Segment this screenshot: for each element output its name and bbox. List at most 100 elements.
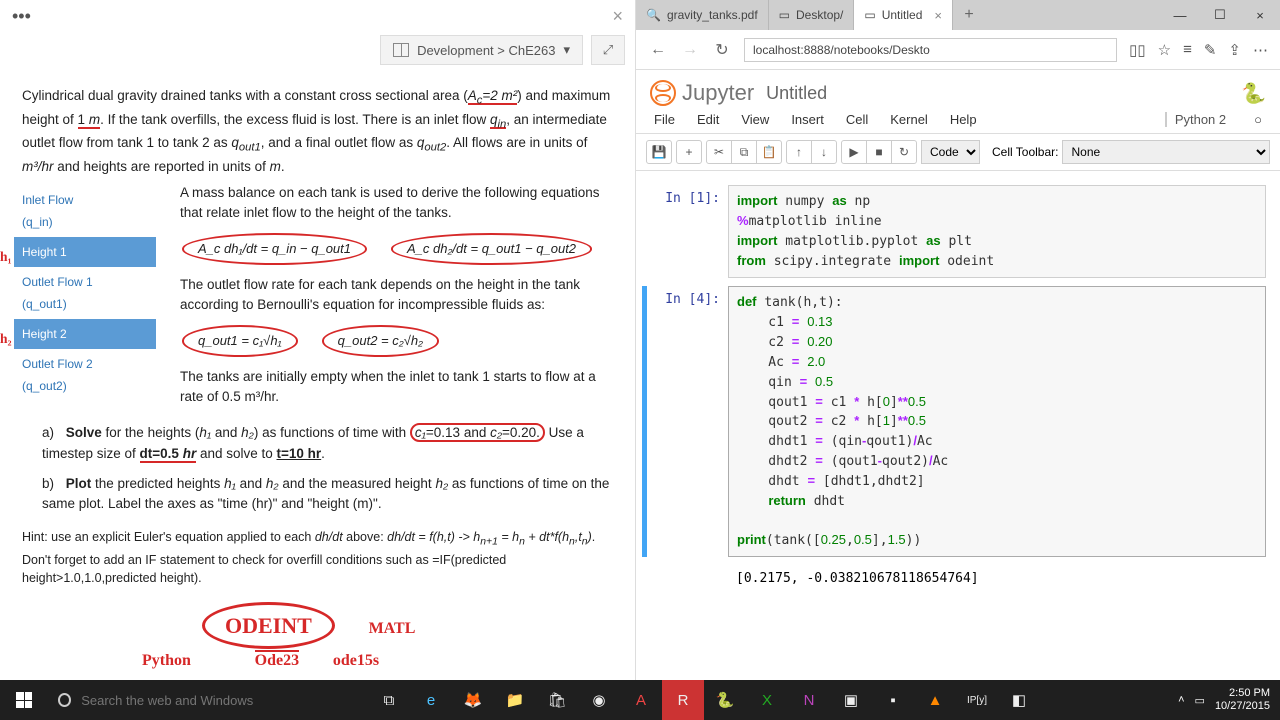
chrome-icon[interactable]: ◉ — [578, 680, 620, 720]
action-center-icon[interactable]: ▭ — [1195, 694, 1205, 707]
cut-button[interactable]: ✂ — [706, 140, 732, 164]
code-input[interactable]: import numpy as np %matplotlib inline im… — [728, 185, 1266, 278]
forward-button[interactable]: → — [680, 41, 700, 59]
expand-button[interactable]: ⤢ — [591, 35, 625, 65]
menu-file[interactable]: File — [654, 112, 675, 127]
more-icon[interactable]: ••• — [12, 6, 31, 27]
close-icon[interactable]: × — [934, 8, 942, 23]
menu-view[interactable]: View — [741, 112, 769, 127]
notebook-area[interactable]: In [1]: import numpy as np %matplotlib i… — [636, 171, 1280, 671]
add-cell-button[interactable]: + — [676, 140, 702, 164]
python-annotation: Python — [142, 652, 191, 669]
edge-icon[interactable]: e — [410, 680, 452, 720]
task-view-icon[interactable]: ⧉ — [368, 680, 410, 720]
close-icon[interactable]: × — [612, 6, 623, 27]
cell-type-select[interactable]: Code — [921, 140, 980, 164]
menu-cell[interactable]: Cell — [846, 112, 868, 127]
clock-date: 10/27/2015 — [1215, 700, 1270, 713]
windows-taskbar: ⧉ e 🦊 📁 🛍 ◉ A R 🐍 X N ▣ ▪ ▲ IP[y] ◧ ˄ ▭ … — [0, 680, 1280, 720]
store-icon[interactable]: 🛍 — [536, 680, 578, 720]
tray-up-icon[interactable]: ˄ — [1178, 694, 1184, 706]
cell-toolbar-select[interactable]: None — [1062, 140, 1270, 164]
close-button[interactable]: × — [1240, 0, 1280, 30]
start-button[interactable] — [0, 680, 48, 720]
code-cell[interactable]: In [1]: import numpy as np %matplotlib i… — [642, 185, 1266, 278]
jupyter-wordmark: Jupyter — [682, 80, 754, 106]
move-down-button[interactable]: ↓ — [811, 140, 837, 164]
input-prompt: In [1]: — [642, 185, 728, 278]
browser-tab-strip: 🔍 gravity_tanks.pdf ▭ Desktop/ ▭ Untitle… — [636, 0, 1280, 30]
python-icon: 🐍 — [1241, 81, 1266, 106]
code-input[interactable]: def tank(h,t): c1 = 0.13 c2 = 0.20 Ac = … — [728, 286, 1266, 557]
notebook-title[interactable]: Untitled — [766, 83, 827, 104]
paste-button[interactable]: 📋 — [756, 140, 782, 164]
copy-button[interactable]: ⧉ — [731, 140, 757, 164]
ipython-icon[interactable]: IP[y] — [956, 680, 998, 720]
run-button[interactable]: ▶ — [841, 140, 867, 164]
jupyter-header: Jupyter Untitled 🐍 — [636, 70, 1280, 108]
stop-button[interactable]: ■ — [866, 140, 892, 164]
output-cell: [0.2175, -0.038210678118654764] — [642, 565, 1266, 592]
taskbar-clock[interactable]: 2:50 PM 10/27/2015 — [1215, 687, 1270, 713]
ode15s-annotation: ode15s — [333, 652, 379, 669]
input-prompt: In [4]: — [642, 286, 728, 557]
maximize-button[interactable]: ☐ — [1200, 0, 1240, 30]
menu-kernel[interactable]: Kernel — [890, 112, 928, 127]
document-body: Cylindrical dual gravity drained tanks w… — [0, 68, 635, 691]
menu-help[interactable]: Help — [950, 112, 977, 127]
share-icon[interactable]: ⇪ — [1228, 41, 1241, 59]
windows-logo-icon — [16, 692, 32, 708]
excel-icon[interactable]: X — [746, 680, 788, 720]
folder-icon: ▭ — [779, 8, 790, 22]
kernel-indicator: Python 2 — [1165, 112, 1226, 127]
restart-button[interactable]: ↻ — [891, 140, 917, 164]
search-input[interactable] — [81, 693, 358, 708]
jupyter-logo[interactable]: Jupyter — [650, 80, 754, 106]
hint-text: Hint: use an explicit Euler's equation a… — [22, 528, 613, 588]
cell-toolbar-label: Cell Toolbar: — [992, 145, 1058, 159]
taskbar-apps: ⧉ e 🦊 📁 🛍 ◉ A R 🐍 X N ▣ ▪ ▲ IP[y] ◧ — [368, 680, 1040, 720]
system-tray: ˄ ▭ 2:50 PM 10/27/2015 — [1168, 687, 1280, 713]
url-input[interactable] — [744, 38, 1117, 62]
code-cell-active[interactable]: In [4]: def tank(h,t): c1 = 0.13 c2 = 0.… — [642, 286, 1266, 557]
menu-insert[interactable]: Insert — [791, 112, 824, 127]
hub-icon[interactable]: ≡ — [1183, 41, 1192, 58]
terminal-icon[interactable]: ▣ — [830, 680, 872, 720]
mass-balance-text: A mass balance on each tank is used to d… — [180, 183, 613, 224]
kernel-status-icon: ○ — [1254, 112, 1262, 127]
favorite-icon[interactable]: ☆ — [1158, 41, 1171, 59]
height2-box: Height 2 — [14, 319, 156, 349]
onenote-icon[interactable]: N — [788, 680, 830, 720]
breadcrumb-dropdown[interactable]: Development > ChE263 ▾ — [380, 35, 583, 65]
python-icon[interactable]: 🐍 — [704, 680, 746, 720]
outlet1-label: Outlet Flow 1 — [14, 271, 156, 293]
more-icon[interactable]: ⋯ — [1253, 41, 1268, 59]
matlab-icon[interactable]: ▲ — [914, 680, 956, 720]
reading-view-icon[interactable]: ▯▯ — [1129, 41, 1146, 59]
address-bar: ← → ↻ ▯▯ ☆ ≡ ✎ ⇪ ⋯ — [636, 30, 1280, 70]
equation-1: A_c dh₁/dt = q_in − q_out1 — [182, 233, 367, 265]
equation-2: A_c dh₂/dt = q_out1 − q_out2 — [391, 233, 592, 265]
new-tab-button[interactable]: + — [953, 0, 985, 30]
pdf-icon: 🔍 — [646, 8, 661, 22]
menu-edit[interactable]: Edit — [697, 112, 719, 127]
tab-desktop[interactable]: ▭ Desktop/ — [769, 0, 855, 30]
tab-gravity-pdf[interactable]: 🔍 gravity_tanks.pdf — [636, 0, 769, 30]
explorer-icon[interactable]: 📁 — [494, 680, 536, 720]
pdf-icon[interactable]: A — [620, 680, 662, 720]
back-button[interactable]: ← — [648, 41, 668, 59]
app-icon[interactable]: ◧ — [998, 680, 1040, 720]
output-prompt — [642, 565, 728, 592]
jupyter-orb-icon — [650, 80, 676, 106]
jupyter-menu-bar: File Edit View Insert Cell Kernel Help P… — [636, 108, 1280, 134]
refresh-button[interactable]: ↻ — [712, 40, 732, 60]
move-up-button[interactable]: ↑ — [786, 140, 812, 164]
minimize-button[interactable]: — — [1160, 0, 1200, 30]
taskbar-search[interactable] — [48, 680, 368, 720]
save-button[interactable]: 💾 — [646, 140, 672, 164]
r-icon[interactable]: R — [662, 680, 704, 720]
cmd-icon[interactable]: ▪ — [872, 680, 914, 720]
tab-untitled[interactable]: ▭ Untitled × — [854, 0, 953, 30]
webnote-icon[interactable]: ✎ — [1204, 41, 1217, 59]
firefox-icon[interactable]: 🦊 — [452, 680, 494, 720]
